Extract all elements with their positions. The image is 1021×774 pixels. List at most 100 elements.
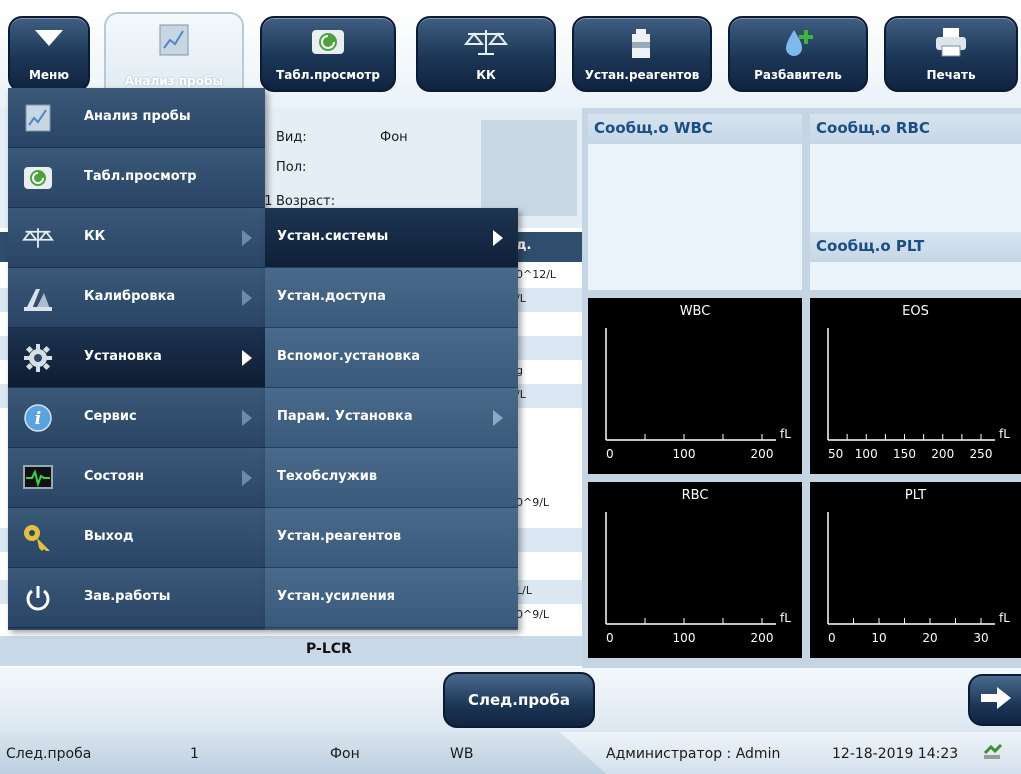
x-axis-unit: fL bbox=[780, 427, 791, 441]
qc-button[interactable]: КК bbox=[416, 16, 556, 92]
histogram-panel: Сообщ.о WBC Сообщ.о RBC Сообщ.о PLT WBC … bbox=[582, 108, 1021, 668]
sample-image-placeholder bbox=[481, 120, 577, 216]
setup-menu-item-1[interactable]: Устан.доступа bbox=[265, 268, 518, 328]
menu-item-label: Установка bbox=[84, 349, 162, 364]
x-tick-label: 0 bbox=[828, 631, 836, 645]
setup-menu-item-6[interactable]: Устан.усиления bbox=[265, 568, 518, 628]
status-bar: След.проба 1 Фон WB Администратор : Admi… bbox=[0, 732, 1021, 774]
setup-menu-item-label: Устан.реагентов bbox=[277, 529, 402, 544]
submenu-arrow-icon bbox=[242, 230, 252, 246]
row-unit: 0^9/L bbox=[516, 608, 550, 621]
menu-item-label: Сервис bbox=[84, 409, 137, 424]
status-next-sample-label: След.проба bbox=[6, 746, 92, 762]
menu-item-label: Табл.просмотр bbox=[84, 169, 197, 184]
menu-item-label: Зав.работы bbox=[84, 589, 171, 604]
status-mode: Фон bbox=[330, 746, 360, 762]
menu-item-3[interactable]: Калибровка bbox=[8, 268, 265, 328]
submenu-arrow-icon bbox=[493, 230, 503, 246]
row-unit: 0^12/L bbox=[516, 268, 557, 281]
x-tick-label: 100 bbox=[855, 447, 878, 461]
menu-label: Меню bbox=[28, 68, 70, 82]
submenu-arrow-icon bbox=[493, 410, 503, 426]
x-tick-label: 200 bbox=[931, 447, 954, 461]
x-tick-label: 20 bbox=[922, 631, 937, 645]
setup-menu-item-label: Устан.системы bbox=[277, 229, 389, 244]
x-axis-unit: fL bbox=[780, 611, 791, 625]
row-unit: L/L bbox=[516, 584, 532, 597]
menu-item-label: Анализ пробы bbox=[84, 109, 191, 124]
wbc-message-box: Сообщ.о WBC bbox=[588, 114, 802, 290]
status-measure-mode: WB bbox=[450, 746, 474, 762]
menu-item-6[interactable]: Состоян bbox=[8, 448, 265, 508]
next-page-button[interactable] bbox=[968, 674, 1021, 726]
status-monitor-icon bbox=[22, 462, 54, 494]
x-tick-label: 10 bbox=[871, 631, 886, 645]
analysis-icon bbox=[156, 22, 192, 61]
mode-value: Фон bbox=[380, 130, 408, 145]
sex-label: Пол: bbox=[276, 160, 307, 175]
x-axis-unit: fL bbox=[999, 611, 1010, 625]
status-next-sample-number: 1 bbox=[190, 746, 199, 762]
table-row-plcr: P-LCR bbox=[0, 636, 582, 666]
eos-histogram: EOS 50 100 150 200 250 fL bbox=[810, 298, 1021, 474]
menu-item-label: Выход bbox=[84, 529, 134, 544]
histogram-axes: 0 100 200 fL bbox=[605, 328, 791, 461]
plcr-label: P-LCR bbox=[306, 641, 352, 657]
diluent-drop-icon bbox=[778, 26, 818, 63]
x-tick-label: 0 bbox=[606, 631, 614, 645]
setup-menu-item-2[interactable]: Вспомог.установка bbox=[265, 328, 518, 388]
setup-menu-item-label: Устан.усиления bbox=[277, 589, 396, 604]
table-view-button[interactable]: Табл.просмотр bbox=[260, 16, 396, 92]
arrow-right-icon bbox=[979, 685, 1013, 715]
menu-item-2[interactable]: КК bbox=[8, 208, 265, 268]
setup-menu-item-5[interactable]: Устан.реагентов bbox=[265, 508, 518, 568]
setup-menu-item-4[interactable]: Техобслужив bbox=[265, 448, 518, 508]
status-user: Администратор : Admin bbox=[606, 746, 781, 762]
menu-button[interactable]: Меню bbox=[8, 16, 90, 92]
plt-message-title: Сообщ.о PLT bbox=[810, 232, 1021, 262]
x-tick-label: 250 bbox=[970, 447, 993, 461]
setup-menu-item-label: Вспомог.установка bbox=[277, 349, 421, 364]
histogram-axes: 50 100 150 200 250 fL bbox=[827, 328, 1010, 461]
rbc-message-box: Сообщ.о RBC Сообщ.о PLT bbox=[810, 114, 1021, 290]
print-button[interactable]: Печать bbox=[884, 16, 1018, 92]
x-tick-label: 200 bbox=[751, 631, 774, 645]
menu-item-7[interactable]: Выход bbox=[8, 508, 265, 568]
next-sample-button[interactable]: След.проба bbox=[443, 672, 595, 728]
reagent-setup-button[interactable]: Устан.реагентов bbox=[572, 16, 712, 92]
key-icon bbox=[22, 522, 54, 554]
menu-item-label: Калибровка bbox=[84, 289, 176, 304]
printer-icon bbox=[932, 26, 970, 61]
menu-item-5[interactable]: i Сервис bbox=[8, 388, 265, 448]
app-window: Меню Анализ пробы Табл.просмотр КК Устан… bbox=[0, 0, 1021, 774]
menu-item-0[interactable]: Анализ пробы bbox=[8, 88, 265, 148]
submenu-arrow-icon bbox=[242, 470, 252, 486]
scales-icon bbox=[22, 222, 54, 254]
table-view-icon bbox=[308, 26, 348, 61]
action-bar: След.проба bbox=[0, 668, 1021, 732]
x-tick-label: 0 bbox=[606, 447, 614, 461]
setup-menu-item-3[interactable]: Парам. Установка bbox=[265, 388, 518, 448]
row-unit: 0^9/L bbox=[516, 496, 550, 509]
x-axis-unit: fL bbox=[999, 427, 1010, 441]
gear-icon bbox=[22, 342, 54, 374]
power-icon bbox=[22, 582, 54, 614]
setup-menu-item-label: Техобслужив bbox=[277, 469, 378, 484]
x-tick-label: 50 bbox=[828, 447, 843, 461]
diluent-button[interactable]: Разбавитель bbox=[728, 16, 868, 92]
calibration-icon bbox=[22, 282, 54, 314]
status-datetime: 12-18-2019 14:23 bbox=[832, 746, 959, 762]
setup-menu-item-0[interactable]: Устан.системы bbox=[265, 208, 518, 268]
mode-label: Вид: bbox=[276, 130, 307, 145]
setup-menu-item-label: Парам. Установка bbox=[277, 409, 413, 424]
x-tick-label: 30 bbox=[973, 631, 988, 645]
menu-item-4[interactable]: Установка bbox=[8, 328, 265, 388]
age-label: Возраст: bbox=[276, 194, 336, 209]
unit-column-header: д. bbox=[516, 238, 532, 253]
table-view-label: Табл.просмотр bbox=[276, 68, 380, 82]
reagent-bottles-icon bbox=[624, 26, 660, 63]
svg-text:i: i bbox=[35, 409, 41, 429]
menu-item-1[interactable]: Табл.просмотр bbox=[8, 148, 265, 208]
menu-item-8[interactable]: Зав.работы bbox=[8, 568, 265, 628]
x-tick-label: 200 bbox=[751, 447, 774, 461]
